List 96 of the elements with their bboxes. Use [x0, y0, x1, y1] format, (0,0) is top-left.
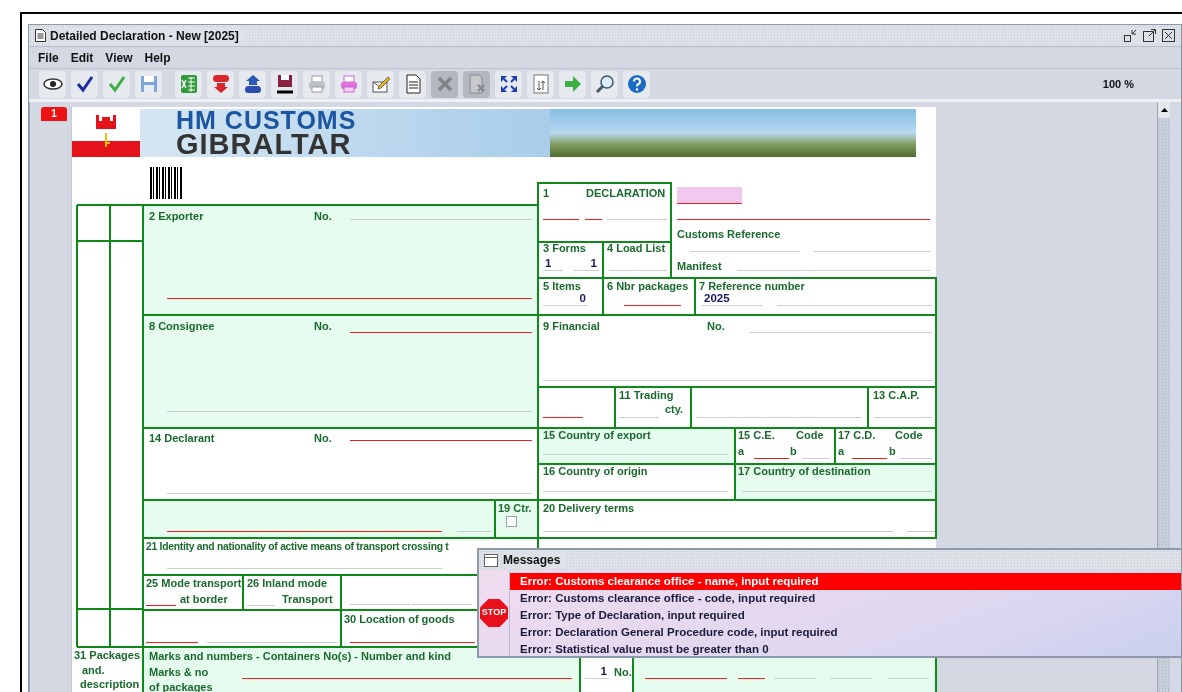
field-label: 15 Country of export — [543, 429, 651, 442]
toolbar-button[interactable] — [71, 70, 98, 98]
checkbox[interactable] — [506, 516, 517, 527]
input-field[interactable]: 1 — [584, 664, 609, 679]
field-label: Customs Reference — [677, 228, 781, 241]
field-label: 31 Packages — [74, 649, 141, 661]
zoom-level: 100 % — [1102, 76, 1134, 92]
field-label: Code — [895, 429, 923, 442]
maximize-icon[interactable] — [1143, 29, 1156, 42]
printer-icon — [306, 74, 327, 94]
banner-title: GIBRALTAR — [176, 131, 352, 157]
document-x-icon — [466, 74, 487, 94]
document-arrows-icon — [530, 74, 551, 94]
dialog-title: Messages — [503, 551, 567, 569]
message-item[interactable]: Error: Statistical value must be greater than 0 — [510, 641, 1181, 658]
field-label: 19 Ctr. — [498, 502, 532, 515]
field-label: 25 Mode transport — [146, 577, 242, 590]
menu-item[interactable]: File — [38, 48, 59, 67]
field-label: 7 Reference number — [699, 280, 805, 293]
field-label: 17 Country of destination — [738, 465, 871, 478]
field-label: 26 Inland mode — [247, 577, 328, 590]
banner-title: HM CUSTOMS — [176, 109, 358, 131]
field-label: 4 Load List — [607, 242, 666, 255]
field-label: 20 Delivery terms — [543, 502, 635, 515]
window-title: Detailed Declaration - New [2025] — [50, 26, 245, 45]
field-label: No. — [314, 210, 332, 223]
pill-up-arrow-icon — [242, 74, 263, 94]
field-label: b — [889, 445, 896, 458]
field-label: No. — [314, 432, 332, 445]
field-label: 21 Identity and nationality of active means of transport crossing t — [146, 540, 449, 553]
field-label: 8 Consignee — [149, 320, 215, 333]
field-label: Marks and numbers - Containers No(s) - Number and kind — [149, 650, 451, 663]
four-arrows-icon — [498, 74, 519, 94]
up-arrow-icon[interactable] — [1160, 108, 1168, 112]
field-label: 6 Nbr packages — [607, 280, 689, 293]
toolbar-button[interactable] — [39, 70, 66, 98]
message-item[interactable]: Error: Type of Declaration, input required — [510, 607, 1181, 624]
field-label: 3 Forms — [543, 242, 586, 255]
field-label: 13 C.A.P. — [873, 389, 920, 402]
printer-icon — [338, 74, 359, 94]
message-item[interactable]: Error: Customs clearance office - code, input required — [510, 590, 1181, 607]
toolbar-button[interactable] — [591, 70, 618, 98]
field-label: 1 — [543, 187, 550, 200]
input-field[interactable]: 1 — [543, 256, 563, 271]
field-label: 15 C.E. — [738, 429, 775, 442]
toolbar-button[interactable] — [495, 70, 522, 98]
field-label: cty. — [665, 403, 684, 416]
help-icon — [626, 74, 647, 94]
input-field[interactable]: 2025 — [702, 291, 762, 306]
field-label: b — [790, 445, 797, 458]
restore-icon[interactable] — [1124, 29, 1137, 42]
checkmark-icon — [106, 74, 127, 94]
barcode-drawing — [150, 167, 183, 199]
window-icon — [484, 553, 498, 567]
menu-item[interactable]: View — [105, 48, 133, 67]
field-label: 9 Financial — [543, 320, 600, 333]
right-arrow-icon — [562, 74, 583, 94]
field-label: a — [838, 445, 845, 458]
message-item[interactable]: Error: Declaration General Procedure code, input required — [510, 624, 1181, 641]
close-icon[interactable] — [1162, 29, 1175, 42]
field-label: at border — [180, 593, 228, 606]
toolbar-button[interactable] — [239, 70, 266, 98]
field-label: 2 Exporter — [149, 210, 204, 223]
field-label: 11 Trading — [619, 389, 674, 402]
input-field[interactable]: 0 — [543, 291, 588, 306]
field-label: description — [80, 678, 140, 690]
field-label: DECLARATION — [586, 187, 666, 200]
pill-down-arrow-icon — [210, 74, 231, 94]
toolbar-button[interactable] — [271, 70, 298, 98]
field-label: and. — [82, 664, 105, 676]
field-label: 17 C.D. — [838, 429, 876, 442]
message-item[interactable]: Error: Customs clearance office - name, input required — [510, 573, 1181, 590]
floppy-disk-icon — [274, 74, 295, 94]
field-label: No. — [707, 320, 725, 333]
field-label: Code — [796, 429, 824, 442]
page-tab[interactable]: 1 — [41, 107, 67, 121]
field-label: Transport — [282, 593, 333, 606]
checkmark-icon — [74, 74, 95, 94]
field-label: No. — [614, 666, 632, 679]
field-label: 30 Location of goods — [344, 613, 455, 626]
field-label: Manifest — [677, 260, 722, 273]
field-label: a — [738, 445, 745, 458]
menu-item[interactable]: Edit — [70, 48, 94, 67]
stop-sign: STOP — [480, 599, 508, 627]
input-field[interactable]: 1 — [574, 256, 599, 271]
menu-item[interactable]: Help — [144, 48, 171, 67]
search-icon — [594, 74, 615, 94]
document-icon — [35, 29, 46, 42]
spreadsheet-icon — [178, 74, 199, 94]
field-label: 5 Items — [543, 280, 581, 293]
field-label: 14 Declarant — [149, 432, 215, 445]
pencil-envelope-icon — [370, 74, 391, 94]
field-label: Marks & no — [149, 666, 209, 679]
input-field[interactable] — [677, 187, 742, 204]
field-label: No. — [314, 320, 332, 333]
field-label: 16 Country of origin — [543, 465, 648, 478]
